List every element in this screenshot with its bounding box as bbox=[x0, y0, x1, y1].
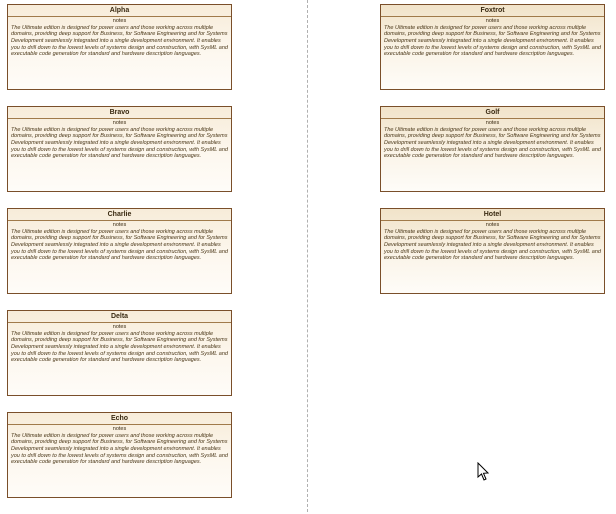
card-body-text: The Ultimate edition is designed for pow… bbox=[8, 432, 231, 468]
card-notes-label: notes bbox=[381, 17, 604, 24]
card-body-text: The Ultimate edition is designed for pow… bbox=[8, 228, 231, 264]
page-divider bbox=[307, 0, 308, 512]
diagram-element-alpha[interactable]: Alpha notes The Ultimate edition is desi… bbox=[7, 4, 232, 90]
card-body-text: The Ultimate edition is designed for pow… bbox=[381, 24, 604, 60]
card-notes-label: notes bbox=[381, 221, 604, 228]
diagram-element-echo[interactable]: Echo notes The Ultimate edition is desig… bbox=[7, 412, 232, 498]
card-notes-label: notes bbox=[381, 119, 604, 126]
card-body-text: The Ultimate edition is designed for pow… bbox=[381, 126, 604, 162]
card-title: Echo bbox=[8, 413, 231, 423]
left-column: Alpha notes The Ultimate edition is desi… bbox=[7, 4, 234, 514]
card-title: Alpha bbox=[8, 5, 231, 15]
card-notes-label: notes bbox=[8, 17, 231, 24]
card-body-text: The Ultimate edition is designed for pow… bbox=[8, 330, 231, 366]
diagram-element-hotel[interactable]: Hotel notes The Ultimate edition is desi… bbox=[380, 208, 605, 294]
card-body-text: The Ultimate edition is designed for pow… bbox=[381, 228, 604, 264]
card-notes-label: notes bbox=[8, 323, 231, 330]
card-notes-label: notes bbox=[8, 119, 231, 126]
card-notes-label: notes bbox=[8, 221, 231, 228]
card-notes-label: notes bbox=[8, 425, 231, 432]
diagram-element-foxtrot[interactable]: Foxtrot notes The Ultimate edition is de… bbox=[380, 4, 605, 90]
diagram-element-charlie[interactable]: Charlie notes The Ultimate edition is de… bbox=[7, 208, 232, 294]
card-title: Foxtrot bbox=[381, 5, 604, 15]
card-title: Bravo bbox=[8, 107, 231, 117]
diagram-element-bravo[interactable]: Bravo notes The Ultimate edition is desi… bbox=[7, 106, 232, 192]
card-title: Hotel bbox=[381, 209, 604, 219]
diagram-element-golf[interactable]: Golf notes The Ultimate edition is desig… bbox=[380, 106, 605, 192]
diagram-element-delta[interactable]: Delta notes The Ultimate edition is desi… bbox=[7, 310, 232, 396]
card-body-text: The Ultimate edition is designed for pow… bbox=[8, 24, 231, 60]
right-column: Foxtrot notes The Ultimate edition is de… bbox=[380, 4, 607, 310]
card-title: Golf bbox=[381, 107, 604, 117]
card-title: Charlie bbox=[8, 209, 231, 219]
card-title: Delta bbox=[8, 311, 231, 321]
card-body-text: The Ultimate edition is designed for pow… bbox=[8, 126, 231, 162]
